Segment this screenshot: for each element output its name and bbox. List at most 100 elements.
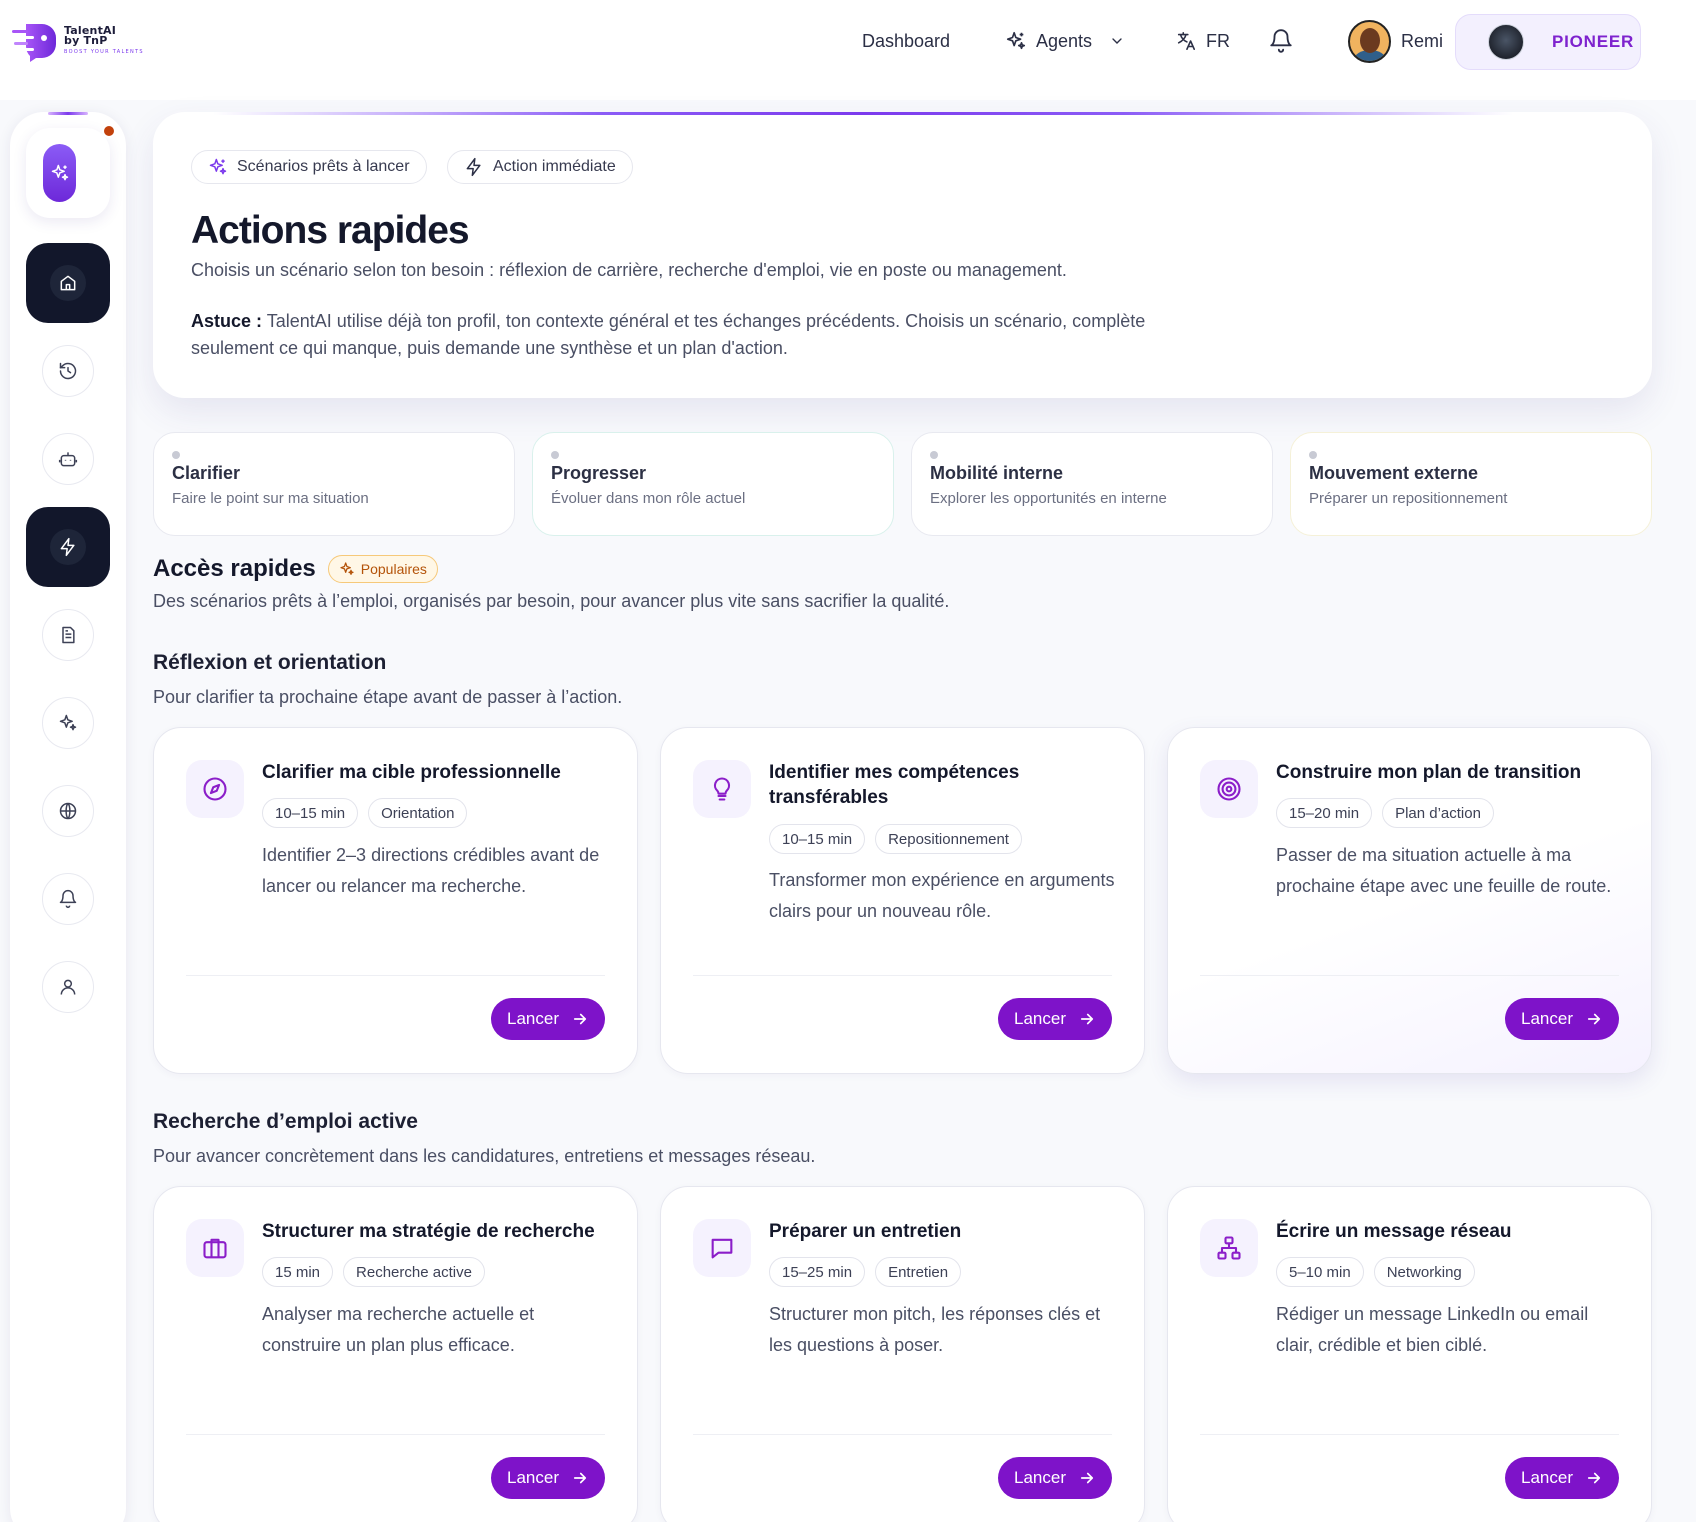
chip-ready-scenarios: Scénarios prêts à lancer (191, 150, 427, 184)
need-card-progress[interactable]: Progresser Évoluer dans mon rôle actuel (532, 432, 894, 536)
duration-tag: 15–25 min (769, 1257, 866, 1287)
chevron-down-icon (1109, 33, 1125, 49)
card-divider (693, 975, 1112, 976)
talentai-logo[interactable]: TalentAI by TnP BOOST YOUR TALENTS (12, 20, 162, 62)
card-icon-box (186, 760, 244, 818)
history-icon (59, 362, 77, 380)
user-name: Remi (1401, 31, 1444, 51)
card-title: Préparer un entretien (769, 1221, 962, 1242)
launch-label: Lancer (1014, 1009, 1066, 1028)
card-description: Structurer mon pitch, les réponses clés … (769, 1304, 1101, 1355)
sidebar-item-insights[interactable] (42, 697, 94, 749)
launch-button[interactable]: Lancer (1505, 998, 1619, 1040)
section-title: Accès rapides (153, 555, 316, 582)
bell-icon (1268, 28, 1294, 54)
notifications-button[interactable] (1268, 26, 1294, 56)
need-title: Clarifier (172, 463, 241, 483)
globe-icon (59, 802, 77, 820)
chat-icon (711, 1238, 733, 1259)
nav-dashboard[interactable]: Dashboard (862, 26, 950, 56)
plan-logo (1488, 24, 1524, 60)
chip-label: Scénarios prêts à lancer (237, 158, 410, 175)
scenario-card: Préparer un entretien 15–25 min Entretie… (660, 1186, 1145, 1522)
sparkles-icon (51, 164, 68, 181)
arrow-right-icon (573, 1472, 587, 1484)
category-tag: Recherche active (343, 1257, 485, 1287)
launch-button[interactable]: Lancer (491, 998, 605, 1040)
need-subtitle: Explorer les opportunités en interne (930, 490, 1167, 507)
scenario-card: Construire mon plan de transition 15–20 … (1167, 727, 1652, 1074)
card-icon-box (693, 1219, 751, 1277)
language-label: FR (1206, 30, 1230, 51)
page-subtitle: Choisis un scénario selon ton besoin : r… (191, 260, 1067, 280)
need-card-clarify[interactable]: Clarifier Faire le point sur ma situatio… (153, 432, 515, 536)
sparkles-icon (59, 714, 77, 731)
plan-label: PIONEER (1552, 32, 1635, 51)
card-tags: 5–10 min Networking (1276, 1257, 1475, 1287)
zap-icon (466, 157, 481, 177)
sidebar-item-home[interactable] (26, 243, 110, 323)
nav-agents-dropdown[interactable]: Agents (1005, 26, 1125, 56)
page-title: Actions rapides (191, 209, 470, 252)
sparkles-icon (209, 158, 227, 175)
need-subtitle: Préparer un repositionnement (1309, 490, 1508, 507)
bell-icon (59, 889, 77, 909)
sidebar-accent-line (48, 112, 88, 115)
arrow-right-icon (573, 1013, 587, 1025)
sidebar-item-quick-actions[interactable] (26, 507, 110, 587)
card-icon-box (1200, 1219, 1258, 1277)
sidebar-ai-pill (43, 144, 76, 202)
category-tag: Repositionnement (875, 824, 1022, 854)
user-menu[interactable]: Remi (1348, 20, 1443, 63)
language-switcher[interactable]: FR (1175, 26, 1230, 56)
sidebar (10, 112, 126, 1522)
sidebar-item-agents[interactable] (42, 433, 94, 485)
duration-tag: 5–10 min (1276, 1257, 1364, 1287)
launch-button[interactable]: Lancer (998, 1457, 1112, 1499)
nav-dashboard-label: Dashboard (862, 30, 951, 51)
card-tags: 10–15 min Orientation (262, 798, 468, 828)
need-card-external-move[interactable]: Mouvement externe Préparer un reposition… (1290, 432, 1652, 536)
need-title: Mobilité interne (930, 463, 1064, 483)
card-description: Transformer mon expérience en arguments … (769, 870, 1115, 921)
need-card-internal-mobility[interactable]: Mobilité interne Explorer les opportunit… (911, 432, 1273, 536)
top-bar: TalentAI by TnP BOOST YOUR TALENTS Dashb… (0, 0, 1696, 100)
card-tags: 10–15 min Repositionnement (769, 824, 1022, 854)
need-subtitle: Évoluer dans mon rôle actuel (551, 490, 746, 507)
card-divider (693, 1434, 1112, 1435)
launch-label: Lancer (1521, 1468, 1573, 1487)
card-title: Structurer ma stratégie de recherche (262, 1221, 595, 1242)
need-dot (930, 451, 938, 459)
quick-access-header: Accès rapides Populaires (153, 555, 438, 583)
logo-tagline: BOOST YOUR TALENTS (64, 49, 144, 55)
compass-icon (203, 777, 227, 801)
sidebar-item-profile[interactable] (42, 961, 94, 1013)
brain-logo-icon (12, 24, 56, 62)
card-description: Analyser ma recherche actuelle et constr… (262, 1304, 535, 1355)
launch-label: Lancer (1014, 1468, 1066, 1487)
launch-label: Lancer (1521, 1009, 1573, 1028)
tip-text: Astuce : TalentAI utilise déjà ton profi… (191, 308, 1151, 362)
need-dot (172, 451, 180, 459)
sparkles-icon (340, 562, 354, 575)
launch-button[interactable]: Lancer (1505, 1457, 1619, 1499)
sidebar-item-notifications[interactable] (42, 873, 94, 925)
card-tags: 15–20 min Plan d’action (1276, 798, 1494, 828)
chip-immediate-action: Action immédiate (447, 150, 633, 184)
popular-badge: Populaires (327, 555, 438, 583)
category-tag: Orientation (368, 798, 468, 828)
nav-agents-label: Agents (1036, 30, 1093, 51)
avatar (1348, 20, 1391, 63)
scenario-card: Identifier mes compétences transférables… (660, 727, 1145, 1074)
launch-button[interactable]: Lancer (998, 998, 1112, 1040)
sidebar-item-explore[interactable] (42, 785, 94, 837)
need-title: Mouvement externe (1309, 463, 1479, 483)
sidebar-ai-button[interactable] (26, 124, 116, 218)
launch-label: Lancer (507, 1009, 559, 1028)
sidebar-item-documents[interactable] (42, 609, 94, 661)
plan-badge[interactable]: PIONEER (1455, 14, 1641, 70)
card-divider (1200, 1434, 1619, 1435)
sidebar-item-history[interactable] (42, 345, 94, 397)
launch-button[interactable]: Lancer (491, 1457, 605, 1499)
badge-label: Populaires (360, 561, 427, 577)
